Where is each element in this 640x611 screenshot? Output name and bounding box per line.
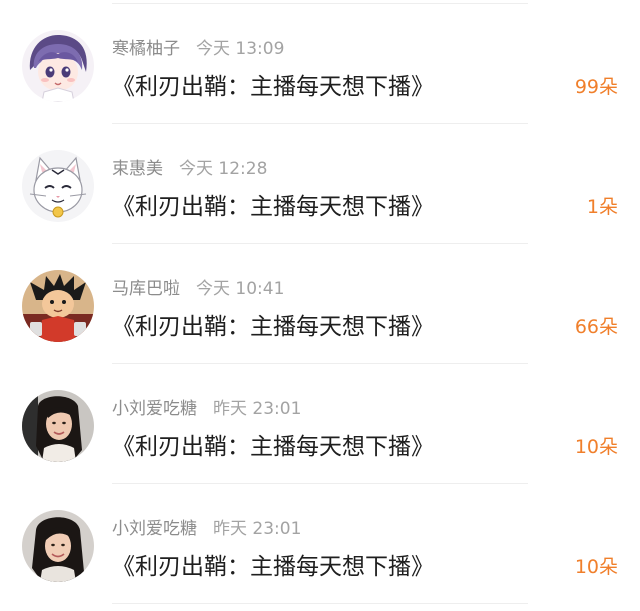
- woman-photo-avatar-icon[interactable]: [22, 390, 94, 462]
- work-title[interactable]: 《利刃出鞘：主播每天想下播》: [112, 309, 434, 345]
- list-item[interactable]: 小刘爱吃糖 昨天 23:01 《利刃出鞘：主播每天想下播》 10朵: [0, 485, 640, 604]
- username[interactable]: 小刘爱吃糖: [112, 519, 197, 539]
- timestamp: 今天 10:41: [196, 279, 285, 299]
- timestamp: 今天 12:28: [179, 159, 268, 179]
- woman-photo-avatar-icon[interactable]: [22, 510, 94, 582]
- separator: [112, 363, 528, 364]
- timestamp: 昨天 23:01: [213, 399, 302, 419]
- separator: [112, 483, 528, 484]
- username[interactable]: 寒橘柚子: [112, 39, 180, 59]
- separator: [112, 123, 528, 124]
- flower-count: 10朵: [574, 556, 618, 578]
- gift-list: 寒橘柚子 今天 13:09 《利刃出鞘：主播每天想下播》 99朵 束惠美 今天 …: [0, 0, 640, 611]
- separator: [112, 3, 528, 4]
- list-item[interactable]: 马库巴啦 今天 10:41 《利刃出鞘：主播每天想下播》 66朵: [0, 245, 640, 364]
- work-title[interactable]: 《利刃出鞘：主播每天想下播》: [112, 429, 434, 465]
- item-meta: 寒橘柚子 今天 13:09: [112, 37, 284, 61]
- item-meta: 束惠美 今天 12:28: [112, 157, 267, 181]
- work-title[interactable]: 《利刃出鞘：主播每天想下播》: [112, 189, 434, 225]
- item-meta: 小刘爱吃糖 昨天 23:01: [112, 517, 301, 541]
- timestamp: 昨天 23:01: [213, 519, 302, 539]
- list-item[interactable]: 小刘爱吃糖 昨天 23:01 《利刃出鞘：主播每天想下播》 10朵: [0, 365, 640, 484]
- work-title[interactable]: 《利刃出鞘：主播每天想下播》: [112, 69, 434, 105]
- item-meta: 小刘爱吃糖 昨天 23:01: [112, 397, 301, 421]
- username[interactable]: 马库巴啦: [112, 279, 180, 299]
- white-cat-avatar-icon[interactable]: [22, 150, 94, 222]
- work-title[interactable]: 《利刃出鞘：主播每天想下播》: [112, 549, 434, 585]
- username[interactable]: 小刘爱吃糖: [112, 399, 197, 419]
- flower-count: 99朵: [574, 76, 618, 98]
- username[interactable]: 束惠美: [112, 159, 163, 179]
- flower-count: 10朵: [574, 436, 618, 458]
- item-meta: 马库巴啦 今天 10:41: [112, 277, 284, 301]
- timestamp: 今天 13:09: [196, 39, 285, 59]
- list-item[interactable]: 寒橘柚子 今天 13:09 《利刃出鞘：主播每天想下播》 99朵: [0, 5, 640, 124]
- separator: [112, 603, 528, 604]
- flower-count: 1朵: [586, 196, 618, 218]
- flower-count: 66朵: [574, 316, 618, 338]
- list-item[interactable]: 束惠美 今天 12:28 《利刃出鞘：主播每天想下播》 1朵: [0, 125, 640, 244]
- anime-girl-avatar-icon[interactable]: [22, 30, 94, 102]
- separator: [112, 243, 528, 244]
- cartoon-boy-avatar-icon[interactable]: [22, 270, 94, 342]
